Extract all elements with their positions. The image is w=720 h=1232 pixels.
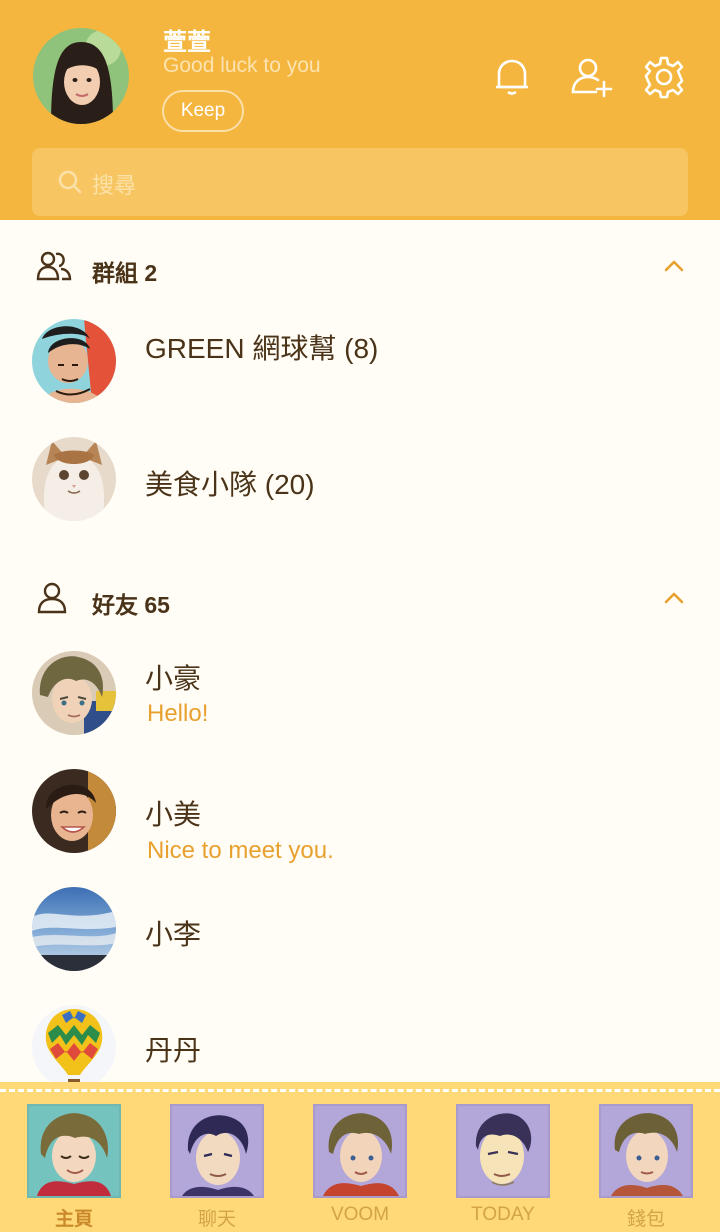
bottom-tab-bar: 主頁 聊天 VOOM TODAY 錢包: [0, 1082, 720, 1232]
friends-section-title: 好友 65: [92, 592, 170, 618]
search-icon: [56, 168, 84, 196]
tab-wallet[interactable]: 錢包: [598, 1104, 694, 1232]
group-icon: [36, 250, 72, 282]
friend-name: 丹丹: [145, 1035, 202, 1066]
tab-label: TODAY: [471, 1204, 535, 1225]
friends-section-header[interactable]: 好友 65: [0, 568, 720, 628]
friend-avatar: [32, 769, 116, 853]
friend-avatar: [32, 1005, 116, 1089]
tab-label: 錢包: [626, 1209, 665, 1230]
voom-tab-icon: [313, 1104, 407, 1198]
profile-avatar[interactable]: [33, 28, 129, 124]
groups-section-header[interactable]: 群組 2: [0, 236, 720, 296]
tab-chats[interactable]: 聊天: [169, 1104, 265, 1232]
friend-status-message: Hello!: [147, 700, 209, 727]
friend-item[interactable]: 小李: [0, 887, 720, 997]
gear-icon[interactable]: [641, 54, 687, 100]
tab-label: VOOM: [330, 1204, 390, 1225]
tab-voom[interactable]: VOOM: [312, 1104, 408, 1232]
chats-tab-icon: [170, 1104, 264, 1198]
friend-name: 小美: [145, 799, 202, 830]
group-avatar: [32, 437, 116, 521]
group-name: 美食小隊 (20): [145, 469, 315, 500]
keep-button[interactable]: Keep: [162, 90, 244, 132]
friend-icon: [36, 582, 72, 614]
friend-avatar: [32, 651, 116, 735]
tab-home[interactable]: 主頁: [26, 1104, 122, 1232]
search-input[interactable]: 搜尋: [32, 148, 688, 216]
bell-icon[interactable]: [489, 54, 535, 100]
profile-name: 萱萱: [163, 29, 211, 56]
chevron-up-icon[interactable]: [660, 588, 688, 608]
chevron-up-icon[interactable]: [660, 256, 688, 276]
friend-status-message: Nice to meet you.: [147, 837, 334, 864]
friend-avatar: [32, 887, 116, 971]
wallet-tab-icon: [599, 1104, 693, 1198]
add-friend-icon[interactable]: [568, 54, 614, 100]
groups-section-title: 群組 2: [92, 260, 158, 286]
friend-name: 小李: [145, 919, 202, 950]
group-item[interactable]: 美食小隊 (20): [0, 437, 720, 547]
group-name: GREEN 網球幫 (8): [145, 333, 379, 364]
home-tab-icon: [27, 1104, 121, 1198]
tab-today[interactable]: TODAY: [455, 1104, 551, 1232]
tab-label: 聊天: [197, 1209, 236, 1230]
header: 萱萱 Good luck to you Keep 搜尋: [0, 0, 720, 220]
friend-item[interactable]: 小美 Nice to meet you.: [0, 769, 720, 879]
today-tab-icon: [456, 1104, 550, 1198]
friend-name: 小豪: [145, 663, 202, 694]
profile-status-message: Good luck to you: [163, 54, 321, 77]
tab-label: 主頁: [54, 1209, 93, 1230]
group-avatar: [32, 319, 116, 403]
tabbar-divider: [0, 1089, 720, 1092]
group-item[interactable]: GREEN 網球幫 (8): [0, 319, 720, 429]
search-placeholder: 搜尋: [92, 173, 137, 198]
friend-item[interactable]: 小豪 Hello!: [0, 651, 720, 761]
